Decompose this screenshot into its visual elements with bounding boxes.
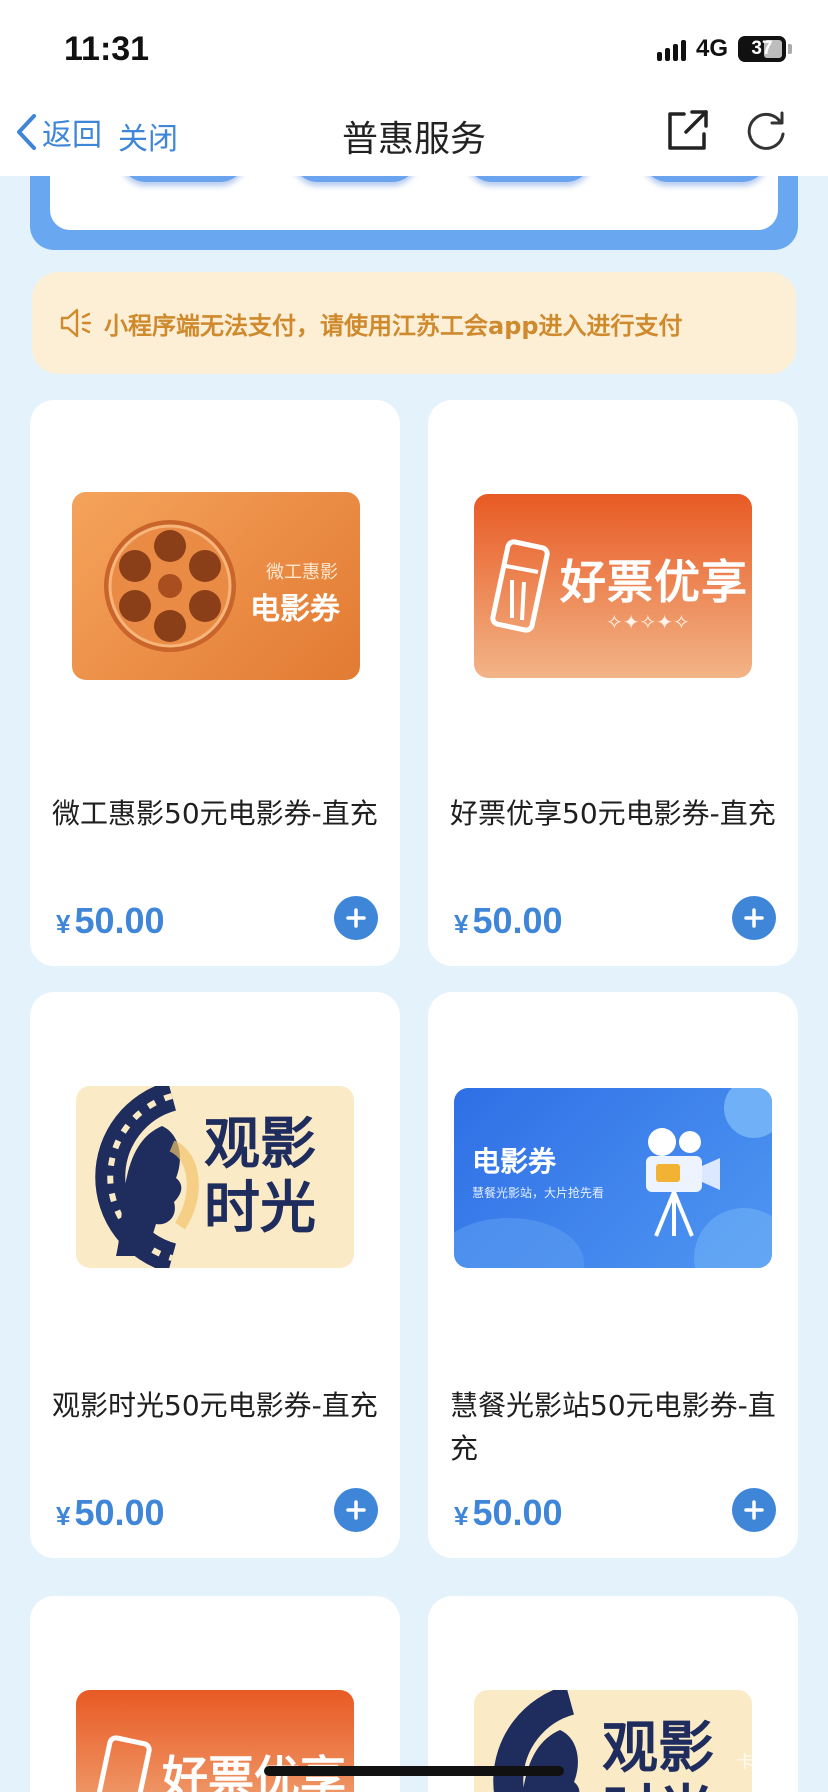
plus-icon [346, 1500, 366, 1520]
network-label: 4G [695, 35, 728, 62]
category-item[interactable] [642, 176, 768, 182]
image-title-line1: 观影 [204, 1112, 316, 1177]
payment-notice: 小程序端无法支付，请使用江苏工会app进入进行支付 [32, 272, 796, 374]
watermark: 卡 [736, 1752, 754, 1773]
product-name: 微工惠影50元电影券-直充 [52, 797, 378, 830]
home-indicator[interactable] [264, 1766, 564, 1776]
image-title-line1: 观影 [602, 1716, 714, 1781]
ticket-icon [490, 539, 550, 633]
share-icon[interactable] [664, 106, 712, 154]
product-name: 慧餐光影站50元电影券-直充 [450, 1389, 776, 1465]
product-price: ¥ 50.00 [454, 900, 563, 941]
product-image: 观影 时光 [76, 1086, 354, 1268]
status-indicators: 4G 37 [656, 34, 792, 64]
plus-icon [744, 1500, 764, 1520]
image-tag: 微工惠影 [266, 562, 338, 583]
battery-icon: 37 [738, 36, 786, 62]
status-bar: 11:31 4G 37 [0, 0, 828, 92]
category-item[interactable] [466, 176, 592, 182]
add-to-cart-button[interactable] [732, 896, 776, 940]
product-card[interactable]: 观影 时光 观影时光50元电影券-直充 ¥ 50.00 [30, 992, 400, 1558]
product-image: 好票优享 ✧✦✧✦✧ [474, 494, 752, 678]
signal-icon [656, 37, 686, 61]
film-strip-icon [95, 1086, 199, 1268]
speaker-icon [60, 308, 92, 338]
category-item[interactable] [120, 176, 246, 182]
product-image: 好票优享 [76, 1690, 354, 1792]
nav-bar: 返回 关闭 普惠服务 [0, 92, 828, 176]
refresh-icon[interactable] [744, 108, 788, 152]
product-card[interactable]: 好票优享 [30, 1596, 400, 1792]
image-title-line2: 时光 [204, 1176, 316, 1241]
status-time: 11:31 [64, 30, 150, 68]
plus-icon [346, 908, 366, 928]
image-title: 好票优享 [560, 555, 748, 609]
camera-icon [646, 1128, 720, 1237]
film-strip-icon [493, 1690, 580, 1792]
plus-icon [744, 908, 764, 928]
product-image: 观影 时光 [474, 1690, 752, 1792]
add-to-cart-button[interactable] [732, 1488, 776, 1532]
product-card[interactable]: 电影券 慧餐光影站，大片抢先看 慧餐光影站50元电影券-直充 ¥ 50.00 [428, 992, 798, 1558]
image-title: 电影券 [250, 592, 340, 627]
product-price: ¥ 50.00 [56, 1492, 165, 1533]
category-panel [30, 176, 798, 250]
image-title: 电影券 [472, 1145, 557, 1178]
image-deco: ✧✦✧✦✧ [606, 610, 690, 634]
product-name: 观影时光50元电影券-直充 [52, 1389, 378, 1422]
product-price: ¥ 50.00 [454, 1492, 563, 1533]
product-price: ¥ 50.00 [56, 900, 165, 941]
add-to-cart-button[interactable] [334, 896, 378, 940]
product-image: 微工惠影 电影券 [72, 492, 360, 680]
category-item[interactable] [292, 176, 418, 182]
image-title-line2: 时光 [602, 1782, 714, 1792]
add-to-cart-button[interactable] [334, 1488, 378, 1532]
product-name: 好票优享50元电影券-直充 [450, 797, 776, 830]
product-card[interactable]: 好票优享 ✧✦✧✦✧ 好票优享50元电影券-直充 ¥ 50.00 [428, 400, 798, 966]
image-subtitle: 慧餐光影站，大片抢先看 [472, 1186, 605, 1200]
product-image: 电影券 慧餐光影站，大片抢先看 [454, 1088, 772, 1268]
film-reel-icon [104, 520, 236, 652]
ticket-icon [92, 1735, 152, 1792]
product-card[interactable]: 微工惠影 电影券 微工惠影50元电影券-直充 ¥ 50.00 [30, 400, 400, 966]
battery-level: 37 [751, 38, 773, 59]
notice-text: 小程序端无法支付，请使用江苏工会app进入进行支付 [104, 311, 683, 340]
